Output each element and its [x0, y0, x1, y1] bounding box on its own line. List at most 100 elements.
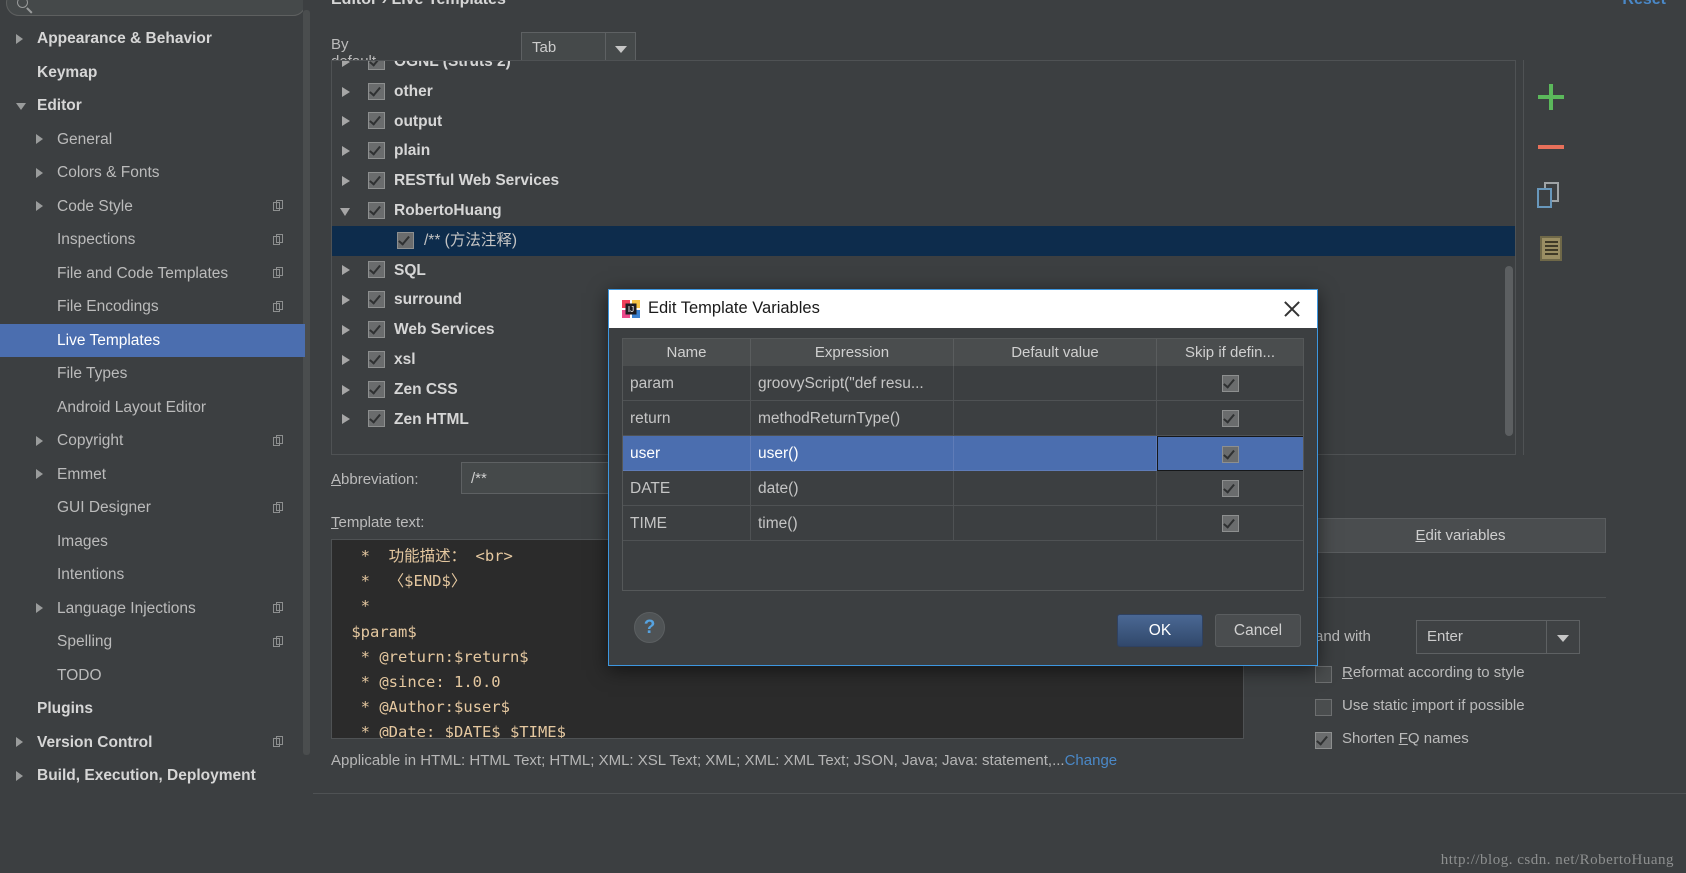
- sidebar-item-gui-designer[interactable]: GUI Designer: [0, 491, 305, 525]
- expand-with-secondary-select[interactable]: Enter: [1416, 620, 1580, 654]
- chevron-right-icon[interactable]: [342, 295, 350, 305]
- sidebar-item-file-and-code-templates[interactable]: File and Code Templates: [0, 257, 305, 291]
- skip-if-defined-checkbox[interactable]: [1222, 410, 1239, 427]
- cell-default-value[interactable]: [954, 436, 1157, 471]
- sidebar-item-build-execution-deployment[interactable]: Build, Execution, Deployment: [0, 759, 305, 793]
- cell-default-value[interactable]: [954, 401, 1157, 436]
- table-row[interactable]: returnmethodReturnType(): [623, 401, 1303, 436]
- template-enabled-checkbox[interactable]: [368, 351, 385, 368]
- close-icon[interactable]: [1281, 298, 1303, 320]
- template-tree-row[interactable]: RobertoHuang: [332, 196, 1515, 226]
- chevron-right-icon[interactable]: [36, 436, 43, 446]
- help-icon[interactable]: ?: [634, 612, 665, 643]
- template-tree-row[interactable]: plain: [332, 136, 1515, 166]
- sidebar-item-emmet[interactable]: Emmet: [0, 458, 305, 492]
- chevron-right-icon[interactable]: [16, 737, 23, 747]
- column-header-default-value[interactable]: Default value: [954, 339, 1157, 366]
- chevron-right-icon[interactable]: [342, 355, 350, 365]
- column-header-skip-if-defined[interactable]: Skip if defin...: [1157, 339, 1303, 366]
- chevron-right-icon[interactable]: [342, 146, 350, 156]
- sidebar-item-appearance-behavior[interactable]: Appearance & Behavior: [0, 22, 305, 56]
- cell-default-value[interactable]: [954, 506, 1157, 541]
- cell-name[interactable]: TIME: [623, 506, 751, 541]
- template-enabled-checkbox[interactable]: [368, 172, 385, 189]
- sidebar-item-intentions[interactable]: Intentions: [0, 558, 305, 592]
- column-header-name[interactable]: Name: [623, 339, 751, 366]
- chevron-right-icon[interactable]: [342, 385, 350, 395]
- cell-skip-if-defined[interactable]: [1157, 506, 1303, 541]
- chevron-right-icon[interactable]: [36, 134, 43, 144]
- copy-settings-icon[interactable]: [273, 435, 283, 447]
- cell-name[interactable]: param: [623, 366, 751, 401]
- chevron-down-icon[interactable]: [1546, 621, 1579, 653]
- cell-name[interactable]: user: [623, 436, 751, 471]
- chevron-right-icon[interactable]: [342, 116, 350, 126]
- template-enabled-checkbox[interactable]: [368, 202, 385, 219]
- template-tree-row[interactable]: other: [332, 77, 1515, 107]
- cell-expression[interactable]: groovyScript("def resu...: [751, 366, 954, 401]
- template-tree-row[interactable]: OGNL (Struts 2): [332, 60, 1515, 77]
- chevron-right-icon[interactable]: [342, 325, 350, 335]
- template-enabled-checkbox[interactable]: [368, 410, 385, 427]
- template-enabled-checkbox[interactable]: [368, 142, 385, 159]
- template-enabled-checkbox[interactable]: [368, 291, 385, 308]
- sidebar-item-inspections[interactable]: Inspections: [0, 223, 305, 257]
- table-row[interactable]: DATEdate(): [623, 471, 1303, 506]
- table-row[interactable]: useruser(): [623, 436, 1303, 471]
- ok-button[interactable]: OK: [1117, 614, 1203, 647]
- chevron-right-icon[interactable]: [36, 168, 43, 178]
- cell-expression[interactable]: user(): [751, 436, 954, 471]
- cell-skip-if-defined[interactable]: [1157, 401, 1303, 436]
- chevron-right-icon[interactable]: [36, 469, 43, 479]
- chevron-down-icon[interactable]: [340, 208, 350, 221]
- table-row[interactable]: paramgroovyScript("def resu...: [623, 366, 1303, 401]
- sidebar-item-code-style[interactable]: Code Style: [0, 190, 305, 224]
- chevron-right-icon[interactable]: [16, 34, 23, 44]
- sidebar-item-file-types[interactable]: File Types: [0, 357, 305, 391]
- sidebar-item-spelling[interactable]: Spelling: [0, 625, 305, 659]
- skip-if-defined-checkbox[interactable]: [1222, 515, 1239, 532]
- cancel-button[interactable]: Cancel: [1215, 614, 1301, 647]
- copy-settings-icon[interactable]: [273, 636, 283, 648]
- chevron-right-icon[interactable]: [342, 265, 350, 275]
- reset-link[interactable]: Reset: [1622, 0, 1666, 9]
- copy-settings-icon[interactable]: [273, 200, 283, 212]
- template-enabled-checkbox[interactable]: [368, 321, 385, 338]
- cell-skip-if-defined[interactable]: [1157, 436, 1303, 471]
- template-tree-row[interactable]: SQL: [332, 256, 1515, 286]
- applicable-change-link[interactable]: Change: [1065, 752, 1118, 769]
- copy-settings-icon[interactable]: [273, 502, 283, 514]
- sidebar-item-android-layout-editor[interactable]: Android Layout Editor: [0, 391, 305, 425]
- cell-skip-if-defined[interactable]: [1157, 471, 1303, 506]
- sidebar-item-plugins[interactable]: Plugins: [0, 692, 305, 726]
- chevron-right-icon[interactable]: [342, 60, 350, 67]
- template-enabled-checkbox[interactable]: [368, 60, 385, 70]
- copy-settings-icon[interactable]: [273, 301, 283, 313]
- template-enabled-checkbox[interactable]: [397, 232, 414, 249]
- chevron-down-icon[interactable]: [605, 33, 635, 63]
- remove-icon[interactable]: [1532, 128, 1572, 168]
- search-input[interactable]: [6, 0, 306, 16]
- skip-if-defined-checkbox[interactable]: [1222, 480, 1239, 497]
- sidebar-item-todo[interactable]: TODO: [0, 659, 305, 693]
- sidebar-item-live-templates[interactable]: Live Templates: [0, 324, 305, 358]
- sidebar-item-general[interactable]: General: [0, 123, 305, 157]
- template-tree-row[interactable]: RESTful Web Services: [332, 166, 1515, 196]
- chevron-right-icon[interactable]: [36, 603, 43, 613]
- chevron-right-icon[interactable]: [342, 176, 350, 186]
- copy-settings-icon[interactable]: [273, 736, 283, 748]
- sidebar-item-colors-fonts[interactable]: Colors & Fonts: [0, 156, 305, 190]
- column-header-expression[interactable]: Expression: [751, 339, 954, 366]
- sidebar-item-copyright[interactable]: Copyright: [0, 424, 305, 458]
- copy-settings-icon[interactable]: [273, 267, 283, 279]
- template-enabled-checkbox[interactable]: [368, 112, 385, 129]
- cell-expression[interactable]: date(): [751, 471, 954, 506]
- chevron-right-icon[interactable]: [342, 414, 350, 424]
- chevron-right-icon[interactable]: [342, 87, 350, 97]
- chevron-right-icon[interactable]: [16, 771, 23, 781]
- cell-default-value[interactable]: [954, 471, 1157, 506]
- skip-if-defined-checkbox[interactable]: [1222, 446, 1239, 463]
- sidebar-item-language-injections[interactable]: Language Injections: [0, 592, 305, 626]
- copy-settings-icon[interactable]: [273, 234, 283, 246]
- sidebar-item-images[interactable]: Images: [0, 525, 305, 559]
